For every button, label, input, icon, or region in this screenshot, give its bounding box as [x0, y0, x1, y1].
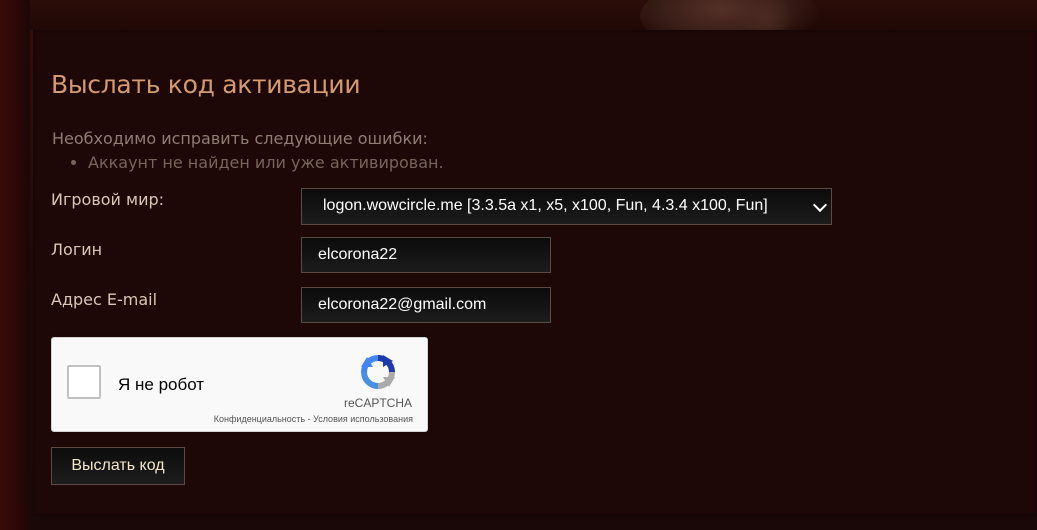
page-title: Выслать код активации: [51, 70, 361, 99]
realm-label: Игровой мир:: [51, 190, 165, 209]
captcha-privacy-link[interactable]: Конфиденциальность: [214, 414, 305, 424]
page: Выслать код активации Необходимо исправи…: [0, 0, 1037, 530]
error-list: Аккаунт не найден или уже активирован.: [51, 153, 444, 172]
email-label: Адрес E-mail: [51, 290, 158, 309]
recaptcha-widget: Я не робот reCAPTCHA Конфиденциальность …: [51, 337, 428, 432]
error-item: Аккаунт не найден или уже активирован.: [88, 153, 444, 172]
realm-selected-value: logon.wowcircle.me [3.3.5a x1, x5, x100,…: [323, 197, 768, 214]
captcha-terms-link[interactable]: Условия использования: [313, 414, 413, 424]
side-artwork: [0, 0, 30, 530]
captcha-checkbox[interactable]: [67, 365, 101, 399]
login-label: Логин: [51, 240, 103, 259]
header-artwork: [0, 0, 1037, 30]
captcha-brand: reCAPTCHA: [344, 396, 413, 410]
captcha-label: Я не робот: [118, 375, 205, 394]
content-panel: [33, 30, 1037, 516]
login-input[interactable]: elcorona22: [301, 237, 551, 273]
captcha-link-separator: -: [305, 414, 314, 424]
recaptcha-logo-icon: [361, 355, 395, 389]
chevron-down-icon: [812, 197, 828, 213]
email-input[interactable]: elcorona22@gmail.com: [301, 287, 551, 323]
captcha-links: Конфиденциальность - Условия использован…: [214, 414, 413, 424]
send-code-button[interactable]: Выслать код: [51, 447, 185, 485]
realm-select[interactable]: logon.wowcircle.me [3.3.5a x1, x5, x100,…: [301, 188, 832, 225]
error-summary-heading: Необходимо исправить следующие ошибки:: [52, 129, 428, 148]
